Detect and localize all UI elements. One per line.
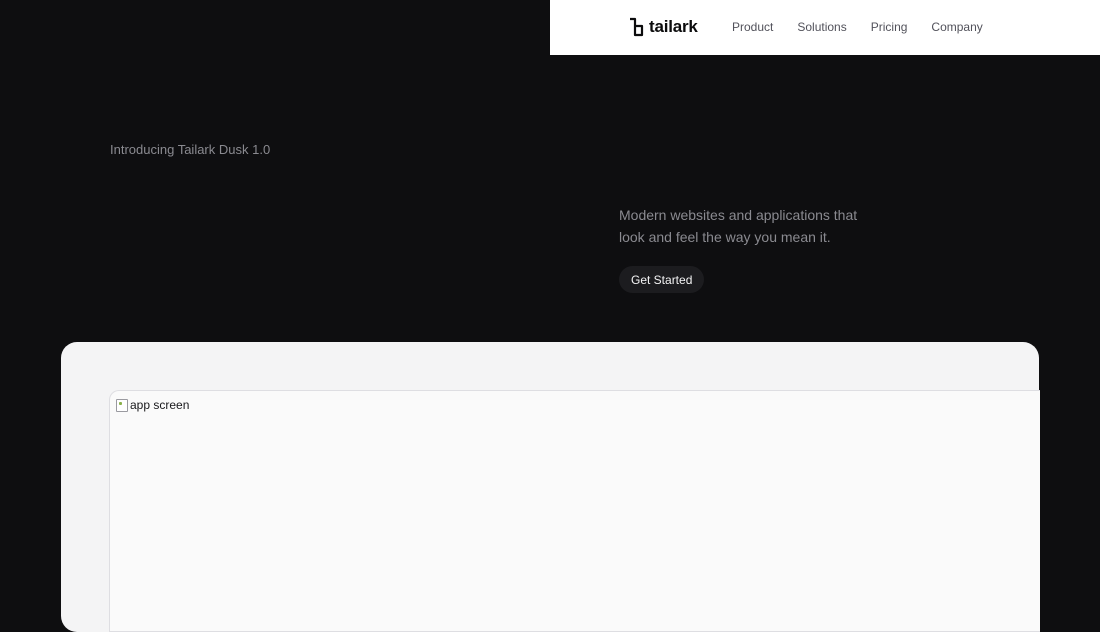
nav-link-product[interactable]: Product [732,20,773,34]
main-nav: Product Solutions Pricing Company [732,20,983,34]
top-navbar: tailark Product Solutions Pricing Compan… [550,0,1100,55]
nav-link-company[interactable]: Company [931,20,982,34]
app-screen-alt-text: app screen [130,398,190,412]
intro-label: Introducing Tailark Dusk 1.0 [110,142,271,157]
brand-name: tailark [649,17,698,36]
tailark-logo-icon [630,17,644,37]
broken-image-icon [116,398,128,412]
app-screen-frame: app screen [109,390,1040,632]
brand-logo[interactable]: tailark [628,17,698,37]
app-screen-image: app screen [116,398,189,412]
app-showcase: app screen [61,342,1040,632]
hero-subtitle: Modern websites and applications that lo… [619,207,858,245]
get-started-button[interactable]: Get Started [619,266,705,293]
nav-link-solutions[interactable]: Solutions [797,20,846,34]
nav-link-pricing[interactable]: Pricing [871,20,908,34]
